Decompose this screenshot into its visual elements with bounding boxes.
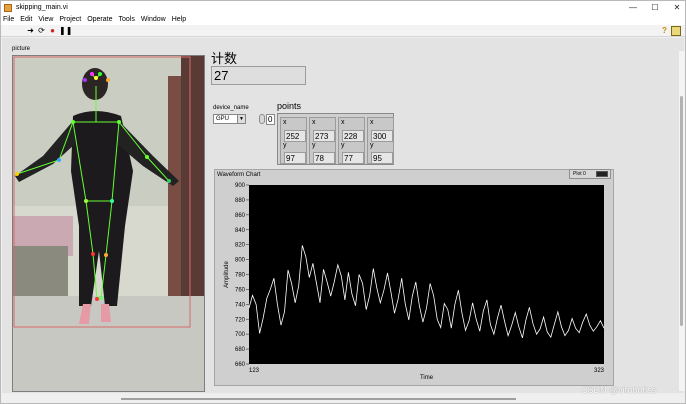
y-tick-label: 840 <box>235 228 246 234</box>
x-label: x <box>312 119 316 126</box>
context-help-button[interactable]: ? <box>660 26 669 35</box>
minimize-button[interactable]: — <box>621 1 645 14</box>
x-value: 228 <box>342 130 364 142</box>
vi-icon <box>671 26 681 36</box>
y-tick-label: 660 <box>235 362 246 368</box>
point-cluster: x 273 y 78 <box>309 117 336 164</box>
labview-window: skipping_main.vi — ☐ ✕ File Edit View Pr… <box>0 0 686 404</box>
y-label: y <box>370 142 374 149</box>
x-label: x <box>283 119 287 126</box>
camera-frame-image <box>13 56 204 391</box>
y-value: 78 <box>313 152 335 164</box>
vertical-scroll-thumb[interactable] <box>680 96 683 326</box>
y-axis-label: Amplitude <box>224 261 230 288</box>
labview-app-icon <box>4 3 12 12</box>
device-name-select[interactable]: GPU ▼ <box>213 114 246 124</box>
x-value: 252 <box>284 130 306 142</box>
x-label: x <box>341 119 345 126</box>
picture-display <box>12 55 205 392</box>
waveform-plot: 660 680 700 720 740 760 780 800 820 840 860 880 900 1… <box>224 183 605 381</box>
y-value: 77 <box>342 152 364 164</box>
menu-tools[interactable]: Tools <box>118 16 134 23</box>
abort-icon[interactable]: ● <box>48 26 57 35</box>
y-tick-label: 820 <box>235 243 246 249</box>
menu-operate[interactable]: Operate <box>87 16 112 23</box>
point-cluster: x 228 y 77 <box>338 117 365 164</box>
x-axis-label: Time <box>420 375 434 381</box>
y-tick-label: 740 <box>235 302 246 308</box>
y-tick-label: 780 <box>235 273 246 279</box>
y-tick-label: 680 <box>235 347 246 353</box>
maximize-button[interactable]: ☐ <box>643 1 667 14</box>
menu-view[interactable]: View <box>38 16 53 23</box>
x-label: x <box>370 119 374 126</box>
points-array: x 252 y 97 x 273 y 78 x 228 y 77 x 300 y… <box>277 113 394 165</box>
x-tick-label: 123 <box>249 368 260 374</box>
run-arrow-icon[interactable]: ➜ <box>26 26 35 35</box>
device-name-label: device_name <box>213 105 249 111</box>
count-indicator: 27 <box>211 66 306 85</box>
menu-project[interactable]: Project <box>59 16 81 23</box>
title-bar: skipping_main.vi <box>1 1 685 14</box>
run-continuously-icon[interactable]: ⟳ <box>37 26 46 35</box>
x-value: 273 <box>313 130 335 142</box>
y-label: y <box>283 142 287 149</box>
y-label: y <box>341 142 345 149</box>
point-cluster: x 300 y 95 <box>367 117 394 164</box>
x-value: 300 <box>371 130 393 142</box>
menu-window[interactable]: Window <box>141 16 166 23</box>
close-button[interactable]: ✕ <box>665 1 686 14</box>
device-name-value: GPU <box>216 116 230 122</box>
y-tick-label: 800 <box>235 258 246 264</box>
menu-file[interactable]: File <box>3 16 14 23</box>
y-tick-label: 720 <box>235 317 246 323</box>
y-tick-label: 900 <box>235 183 246 189</box>
toolbar: ➜ ⟳ ● ❚❚ <box>1 25 685 37</box>
y-tick-label: 760 <box>235 287 246 293</box>
picture-label: picture <box>12 46 31 52</box>
menu-help[interactable]: Help <box>172 16 186 23</box>
watermark: CSDN @virobotics <box>581 385 657 395</box>
array-index-value[interactable]: 0 <box>266 114 275 125</box>
count-label: 计数 <box>211 51 238 66</box>
x-tick-label: 323 <box>594 368 605 374</box>
menu-bar: File Edit View Project Operate Tools Win… <box>1 14 685 25</box>
y-value: 97 <box>284 152 306 164</box>
dropdown-arrow-icon[interactable]: ▼ <box>237 115 245 123</box>
points-label: points <box>277 101 302 111</box>
window-title: skipping_main.vi <box>16 4 68 11</box>
y-label: y <box>312 142 316 149</box>
y-tick-label: 700 <box>235 332 246 338</box>
pause-icon[interactable]: ❚❚ <box>59 26 72 35</box>
y-tick-label: 880 <box>235 198 246 204</box>
menu-edit[interactable]: Edit <box>20 16 32 23</box>
y-tick-label: 860 <box>235 213 246 219</box>
horizontal-scroll-thumb[interactable] <box>121 398 516 400</box>
y-value: 95 <box>371 152 393 164</box>
array-index-stepper[interactable] <box>259 114 265 124</box>
point-cluster: x 252 y 97 <box>280 117 307 164</box>
